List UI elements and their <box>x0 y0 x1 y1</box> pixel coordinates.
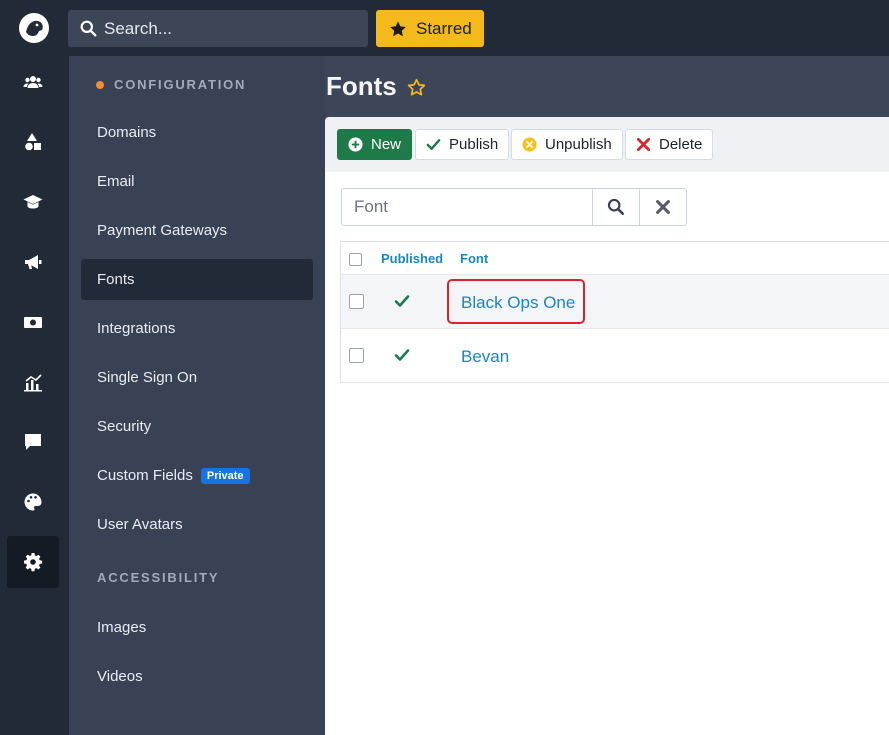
row-checkbox[interactable] <box>349 348 364 363</box>
sidebar-item-single-sign-on[interactable]: Single Sign On <box>81 357 313 398</box>
rail-messages[interactable] <box>7 416 59 468</box>
row-checkbox[interactable] <box>349 294 364 309</box>
published-check-icon[interactable] <box>394 293 410 309</box>
filter-bar <box>341 188 687 226</box>
action-toolbar: New Publish Unpublish Delete <box>325 117 889 172</box>
rail-analytics[interactable] <box>7 356 59 408</box>
close-icon <box>656 200 670 214</box>
sidebar-item-email[interactable]: Email <box>81 161 313 202</box>
column-header-published[interactable]: Published <box>381 251 443 266</box>
fonts-list-panel: Published Font Black Ops One Bevan <box>325 172 889 735</box>
font-link[interactable]: Black Ops One <box>461 293 575 313</box>
unpublish-label: Unpublish <box>545 136 612 153</box>
publish-label: Publish <box>449 136 499 153</box>
unpublish-button[interactable]: Unpublish <box>511 129 623 160</box>
sidebar-item-domains[interactable]: Domains <box>81 112 313 153</box>
rail-marketing[interactable] <box>7 236 59 288</box>
delete-label: Delete <box>659 136 703 153</box>
money-icon <box>24 317 42 328</box>
section-heading-configuration: CONFIGURATION <box>96 77 246 92</box>
table-row: Black Ops One <box>341 275 889 329</box>
new-label: New <box>371 136 402 153</box>
font-filter-input[interactable] <box>341 188 593 226</box>
sidebar-item-user-avatars[interactable]: User Avatars <box>81 504 313 545</box>
times-circle-icon <box>522 137 537 152</box>
page-header: Fonts <box>325 56 889 117</box>
filter-clear-button[interactable] <box>640 188 687 226</box>
star-icon <box>390 20 406 36</box>
sidebar-item-images[interactable]: Images <box>81 607 313 648</box>
icon-rail <box>0 56 69 735</box>
top-bar: Starred <box>0 0 889 56</box>
table-row: Bevan <box>341 329 889 383</box>
page-title: Fonts <box>326 71 397 101</box>
shapes-icon <box>25 133 41 151</box>
users-icon <box>23 76 43 88</box>
rail-users[interactable] <box>7 56 59 108</box>
fonts-table: Published Font Black Ops One Bevan <box>340 241 889 383</box>
private-badge: Private <box>200 467 250 484</box>
analytics-icon <box>24 374 42 392</box>
select-all-checkbox[interactable] <box>349 253 362 266</box>
sidebar-item-integrations[interactable]: Integrations <box>81 308 313 349</box>
rail-shapes[interactable] <box>7 116 59 168</box>
sidebar-item-payment-gateways[interactable]: Payment Gateways <box>81 210 313 251</box>
published-check-icon[interactable] <box>394 347 410 363</box>
plus-circle-icon <box>348 137 363 152</box>
sidebar-item-label: Custom Fields <box>97 467 193 484</box>
rail-courses[interactable] <box>7 176 59 228</box>
settings-sidebar: CONFIGURATION Domains Email Payment Gate… <box>69 56 325 735</box>
search-input[interactable] <box>104 18 354 39</box>
starred-label: Starred <box>416 18 472 38</box>
starred-button[interactable]: Starred <box>376 10 484 47</box>
column-header-font[interactable]: Font <box>460 251 488 266</box>
sidebar-item-videos[interactable]: Videos <box>81 656 313 697</box>
sidebar-item-fonts[interactable]: Fonts <box>81 259 313 300</box>
new-button[interactable]: New <box>337 129 413 160</box>
rail-appearance[interactable] <box>7 476 59 528</box>
graduation-cap-icon <box>23 195 43 209</box>
font-link[interactable]: Bevan <box>461 347 509 367</box>
close-icon <box>636 137 651 152</box>
gear-icon <box>24 553 43 572</box>
section-heading-accessibility: ACCESSIBILITY <box>97 570 220 585</box>
sidebar-item-security[interactable]: Security <box>81 406 313 447</box>
check-icon <box>426 139 441 150</box>
rail-sales[interactable] <box>7 296 59 348</box>
rail-settings[interactable] <box>7 536 59 588</box>
app-logo-icon[interactable] <box>17 11 51 45</box>
star-outline-icon[interactable] <box>407 78 426 97</box>
comment-icon <box>25 434 41 450</box>
megaphone-icon <box>25 255 42 269</box>
search-icon <box>607 198 625 216</box>
palette-icon <box>24 493 42 511</box>
table-header: Published Font <box>341 242 889 275</box>
sidebar-item-custom-fields[interactable]: Custom Fields Private <box>81 455 313 496</box>
filter-search-button[interactable] <box>593 188 640 226</box>
delete-button[interactable]: Delete <box>625 129 714 160</box>
global-search[interactable] <box>68 10 368 47</box>
search-icon <box>80 20 97 37</box>
active-section-dot <box>96 81 104 90</box>
publish-button[interactable]: Publish <box>415 129 510 160</box>
